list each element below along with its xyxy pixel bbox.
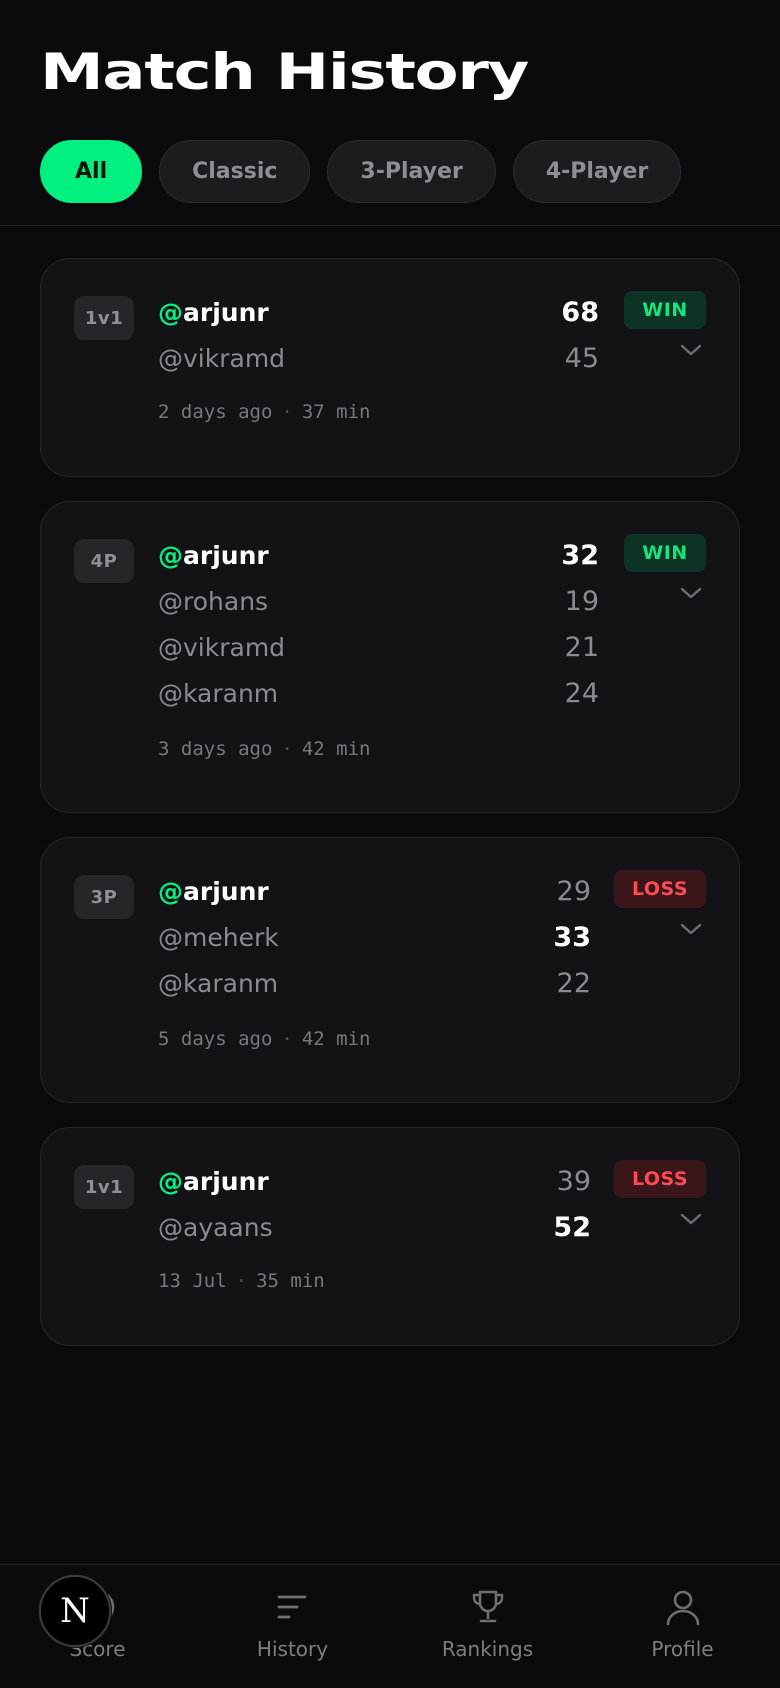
- handle-prefix: @: [158, 1166, 183, 1196]
- player-name: @arjunr: [158, 877, 269, 906]
- filter-chips: All Classic 3-Player 4-Player: [40, 140, 740, 203]
- page-header: Match History All Classic 3-Player 4-Pla…: [0, 0, 780, 226]
- chevron-down-icon[interactable]: [679, 922, 703, 936]
- match-time-ago: 3 days ago: [158, 738, 273, 760]
- player-score: 68: [561, 296, 599, 328]
- meta-separator: ·: [281, 1028, 293, 1050]
- nav-rankings[interactable]: Rankings: [390, 1565, 585, 1688]
- match-duration: 42 min: [301, 1028, 371, 1050]
- bottom-nav: Score History Rankings Profile: [0, 1564, 780, 1688]
- page-title: Match History: [40, 43, 529, 101]
- trophy-icon: [472, 1590, 503, 1623]
- player-name: @arjunr: [158, 1167, 269, 1196]
- player-handle: arjunr: [183, 1166, 269, 1196]
- nav-label: Profile: [651, 1637, 714, 1661]
- player-score: 21: [564, 631, 599, 663]
- handle-prefix: @: [158, 297, 183, 327]
- player-name: @arjunr: [158, 298, 269, 327]
- match-time-ago: 5 days ago: [158, 1028, 273, 1050]
- player-list: @arjunr 39 @ayaans 52: [158, 1158, 591, 1250]
- player-handle: arjunr: [183, 297, 269, 327]
- player-name: @rohans: [158, 586, 269, 616]
- player-handle: arjunr: [183, 876, 269, 906]
- player-list: @arjunr 29 @meherk 33 @karanm 22: [158, 868, 591, 1006]
- player-handle: arjunr: [183, 540, 269, 570]
- match-card[interactable]: 1v1 @arjunr 39 @ayaans 52 13 Jul · 35 min …: [40, 1127, 740, 1346]
- player-score: 32: [561, 539, 599, 571]
- player-list: @arjunr 68 @vikramd 45: [158, 289, 599, 381]
- meta-separator: ·: [281, 738, 293, 760]
- profile-icon: [666, 1590, 699, 1626]
- player-row: @arjunr 29: [158, 868, 591, 914]
- match-meta: 2 days ago · 37 min: [158, 401, 370, 423]
- filter-3-player-chip[interactable]: 3-Player: [327, 140, 496, 203]
- player-row: @vikramd 21: [158, 624, 599, 670]
- player-score: 33: [553, 921, 591, 953]
- mode-badge: 4P: [74, 539, 134, 583]
- chevron-down-icon[interactable]: [679, 343, 703, 357]
- player-score: 45: [564, 342, 599, 374]
- nav-history[interactable]: History: [195, 1565, 390, 1688]
- nav-label: History: [256, 1637, 329, 1661]
- player-name: @ayaans: [158, 1212, 273, 1242]
- match-list: 1v1 @arjunr 68 @vikramd 45 2 days ago · 37…: [0, 226, 780, 1346]
- nav-label: Rankings: [441, 1637, 534, 1661]
- chevron-down-icon[interactable]: [679, 586, 703, 600]
- match-time-ago: 2 days ago: [158, 401, 273, 423]
- match-meta: 5 days ago · 42 min: [158, 1028, 370, 1050]
- handle-prefix: @: [158, 540, 183, 570]
- filter-4-player-chip[interactable]: 4-Player: [512, 140, 682, 203]
- player-name: @karanm: [158, 968, 279, 998]
- player-name: @karanm: [158, 678, 279, 708]
- player-name: @arjunr: [158, 541, 269, 570]
- match-card[interactable]: 4P @arjunr 32 @rohans 19 @vikramd 21 @ka…: [40, 501, 740, 813]
- player-row: @karanm 24: [158, 670, 599, 716]
- player-row: @vikramd 45: [158, 335, 599, 381]
- match-duration: 35 min: [256, 1270, 325, 1292]
- player-list: @arjunr 32 @rohans 19 @vikramd 21 @karan…: [158, 532, 599, 716]
- player-score: 22: [556, 967, 591, 999]
- player-row: @arjunr 39: [158, 1158, 591, 1204]
- match-time-ago: 13 Jul: [158, 1270, 227, 1292]
- filter-classic-chip[interactable]: Classic: [159, 140, 311, 203]
- player-name: @vikramd: [158, 343, 286, 373]
- player-row: @ayaans 52: [158, 1204, 591, 1250]
- handle-prefix: @: [158, 876, 183, 906]
- player-score: 39: [556, 1165, 591, 1197]
- history-icon: [277, 1595, 306, 1619]
- chevron-down-icon[interactable]: [679, 1212, 703, 1226]
- player-name: @vikramd: [158, 632, 286, 662]
- match-card[interactable]: 3P @arjunr 29 @meherk 33 @karanm 22 5 da…: [40, 837, 740, 1103]
- player-row: @meherk 33: [158, 914, 591, 960]
- player-row: @arjunr 32: [158, 532, 599, 578]
- player-score: 52: [553, 1211, 591, 1243]
- player-score: 19: [564, 585, 599, 617]
- meta-separator: ·: [281, 401, 293, 423]
- filter-all-chip[interactable]: All: [40, 140, 143, 203]
- mode-badge: 3P: [74, 875, 134, 919]
- nav-profile[interactable]: Profile: [585, 1565, 780, 1688]
- meta-separator: ·: [235, 1270, 248, 1292]
- match-card[interactable]: 1v1 @arjunr 68 @vikramd 45 2 days ago · 37…: [40, 258, 740, 477]
- match-duration: 37 min: [301, 401, 371, 423]
- mode-badge: 1v1: [74, 296, 134, 340]
- dev-tools-button[interactable]: N: [39, 1575, 111, 1647]
- player-row: @karanm 22: [158, 960, 591, 1006]
- match-meta: 3 days ago · 42 min: [158, 738, 370, 760]
- player-score: 29: [556, 875, 591, 907]
- match-meta: 13 Jul · 35 min: [158, 1270, 325, 1292]
- match-duration: 42 min: [301, 738, 371, 760]
- player-row: @arjunr 68: [158, 289, 599, 335]
- result-badge: WIN: [624, 534, 706, 572]
- player-score: 24: [564, 677, 599, 709]
- result-badge: WIN: [624, 291, 706, 329]
- player-row: @rohans 19: [158, 578, 599, 624]
- result-badge: LOSS: [614, 870, 706, 908]
- player-name: @meherk: [158, 922, 279, 952]
- result-badge: LOSS: [614, 1160, 706, 1198]
- mode-badge: 1v1: [74, 1165, 134, 1209]
